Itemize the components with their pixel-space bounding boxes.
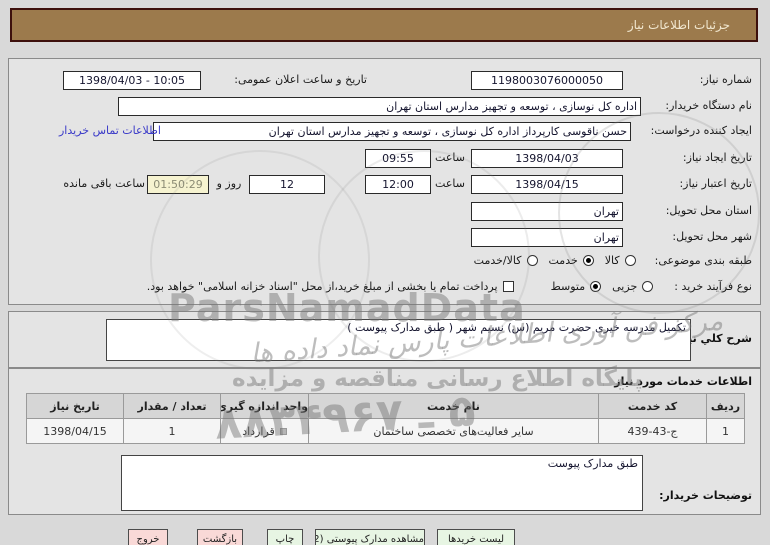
- description-field[interactable]: تکمیل مدرسه خیری حضرت مریم (س) نسیم شهر …: [106, 319, 691, 361]
- cell-service-name: سایر فعالیت‌های تخصصی ساختمان: [308, 418, 599, 444]
- radio-medium-icon[interactable]: [590, 281, 602, 292]
- process-option-partial[interactable]: جزیی: [612, 280, 654, 293]
- table-row[interactable]: 1 ج-43-439 سایر فعالیت‌های تخصصی ساختمان…: [26, 418, 745, 444]
- create-time-field[interactable]: 09:55: [365, 149, 431, 168]
- buyer-name-label: نام دستگاه خریدار:: [665, 99, 752, 112]
- radio-goods-icon[interactable]: [624, 255, 636, 266]
- page-title-bar: جزئیات اطلاعات نیاز: [10, 8, 758, 42]
- buyer-name-field[interactable]: اداره کل نوسازی ، توسعه و تجهیز مدارس اس…: [118, 97, 641, 116]
- process-option-medium[interactable]: متوسط: [551, 280, 602, 293]
- cell-service-code: ج-43-439: [598, 418, 707, 444]
- exit-button[interactable]: خروج: [128, 529, 168, 545]
- col-row: ردیف: [706, 393, 745, 419]
- col-qty: تعداد / مقدار: [123, 393, 221, 419]
- cell-unit: قرارداد: [220, 418, 309, 444]
- treasury-checkbox-icon[interactable]: [502, 281, 514, 292]
- city-field[interactable]: تهران: [471, 228, 623, 247]
- buyer-notes-field[interactable]: طبق مدارک پیوست: [121, 455, 643, 511]
- create-date-label: تاریخ ایجاد نیاز:: [682, 151, 752, 164]
- buyer-contact-link[interactable]: اطلاعات تماس خریدار: [59, 124, 161, 137]
- need-info-section: شماره نیاز: 1198003076000050 تاریخ و ساع…: [8, 58, 761, 305]
- purchases-list-button[interactable]: لیست خریدها: [437, 529, 515, 545]
- expire-hour-label: ساعت: [435, 177, 465, 190]
- radio-service-icon[interactable]: [582, 255, 594, 266]
- create-hour-label: ساعت: [435, 151, 465, 164]
- countdown-timer: 01:50:29: [147, 175, 209, 194]
- classification-option-goods[interactable]: کالا: [605, 254, 636, 267]
- treasury-option[interactable]: پرداخت تمام یا بخشی از مبلغ خرید،از محل …: [147, 280, 514, 293]
- process-type-label: نوع فرآیند خرید :: [674, 280, 752, 293]
- classification-row: طبقه بندی موضوعی: کالا خدمت کالا/خدمت: [474, 254, 752, 267]
- page-title: جزئیات اطلاعات نیاز: [627, 18, 730, 32]
- days-word-label: روز و: [216, 177, 242, 190]
- buyer-notes-label: توضیحات خریدار:: [659, 489, 752, 502]
- services-title: اطلاعات خدمات مورد نیاز: [614, 375, 752, 388]
- requester-label: ایجاد کننده درخواست:: [650, 124, 752, 137]
- unit-marker-icon: [279, 428, 287, 435]
- city-label: شهر محل تحویل:: [672, 230, 752, 243]
- services-section: اطلاعات خدمات مورد نیاز ردیف کد خدمت نام…: [8, 368, 761, 515]
- treasury-checkbox-label: پرداخت تمام یا بخشی از مبلغ خرید،از محل …: [146, 280, 498, 293]
- announce-datetime-field[interactable]: 1398/04/03 - 10:05: [63, 71, 201, 90]
- col-service-code: کد خدمت: [598, 393, 707, 419]
- province-field[interactable]: تهران: [471, 202, 623, 221]
- classification-option-service[interactable]: خدمت: [549, 254, 594, 267]
- services-table: ردیف کد خدمت نام خدمت واحد اندازه گیری ت…: [26, 393, 745, 444]
- services-header-row: ردیف کد خدمت نام خدمت واحد اندازه گیری ت…: [26, 393, 745, 419]
- expire-date-label: تاریخ اعتبار نیاز:: [679, 177, 752, 190]
- col-unit: واحد اندازه گیری: [220, 393, 309, 419]
- expire-time-field[interactable]: 12:00: [365, 175, 431, 194]
- need-number-label: شماره نیاز:: [699, 73, 752, 86]
- back-button[interactable]: بازگشت: [197, 529, 243, 545]
- radio-partial-icon[interactable]: [642, 281, 654, 292]
- radio-goods-service-icon[interactable]: [526, 255, 538, 266]
- need-description-section: شرح کلي نیاز: تکمیل مدرسه خیری حضرت مریم…: [8, 311, 761, 368]
- col-need-date: تاریخ نیاز: [26, 393, 124, 419]
- expire-date-field[interactable]: 1398/04/15: [471, 175, 623, 194]
- cell-row: 1: [706, 418, 745, 444]
- province-label: استان محل تحویل:: [665, 204, 752, 217]
- process-type-row: نوع فرآیند خرید : جزیی متوسط پرداخت تمام…: [147, 280, 752, 293]
- classification-option-goods-service[interactable]: کالا/خدمت: [474, 254, 538, 267]
- cell-need-date: 1398/04/15: [26, 418, 124, 444]
- print-button[interactable]: چاپ: [267, 529, 303, 545]
- col-service-name: نام خدمت: [308, 393, 599, 419]
- requester-field[interactable]: حسن ناقوسی کارپرداز اداره کل نوسازی ، تو…: [153, 122, 631, 141]
- days-left-field: 12: [249, 175, 325, 194]
- classification-label: طبقه بندی موضوعی:: [654, 254, 752, 267]
- remaining-label: ساعت باقی مانده: [63, 177, 145, 190]
- cell-qty: 1: [123, 418, 221, 444]
- need-details-page: جزئیات اطلاعات نیاز شماره نیاز: 11980030…: [0, 0, 770, 545]
- need-number-field[interactable]: 1198003076000050: [471, 71, 623, 90]
- view-attachments-button[interactable]: مشاهده مدارک پیوستی (2): [315, 529, 425, 545]
- create-date-field[interactable]: 1398/04/03: [471, 149, 623, 168]
